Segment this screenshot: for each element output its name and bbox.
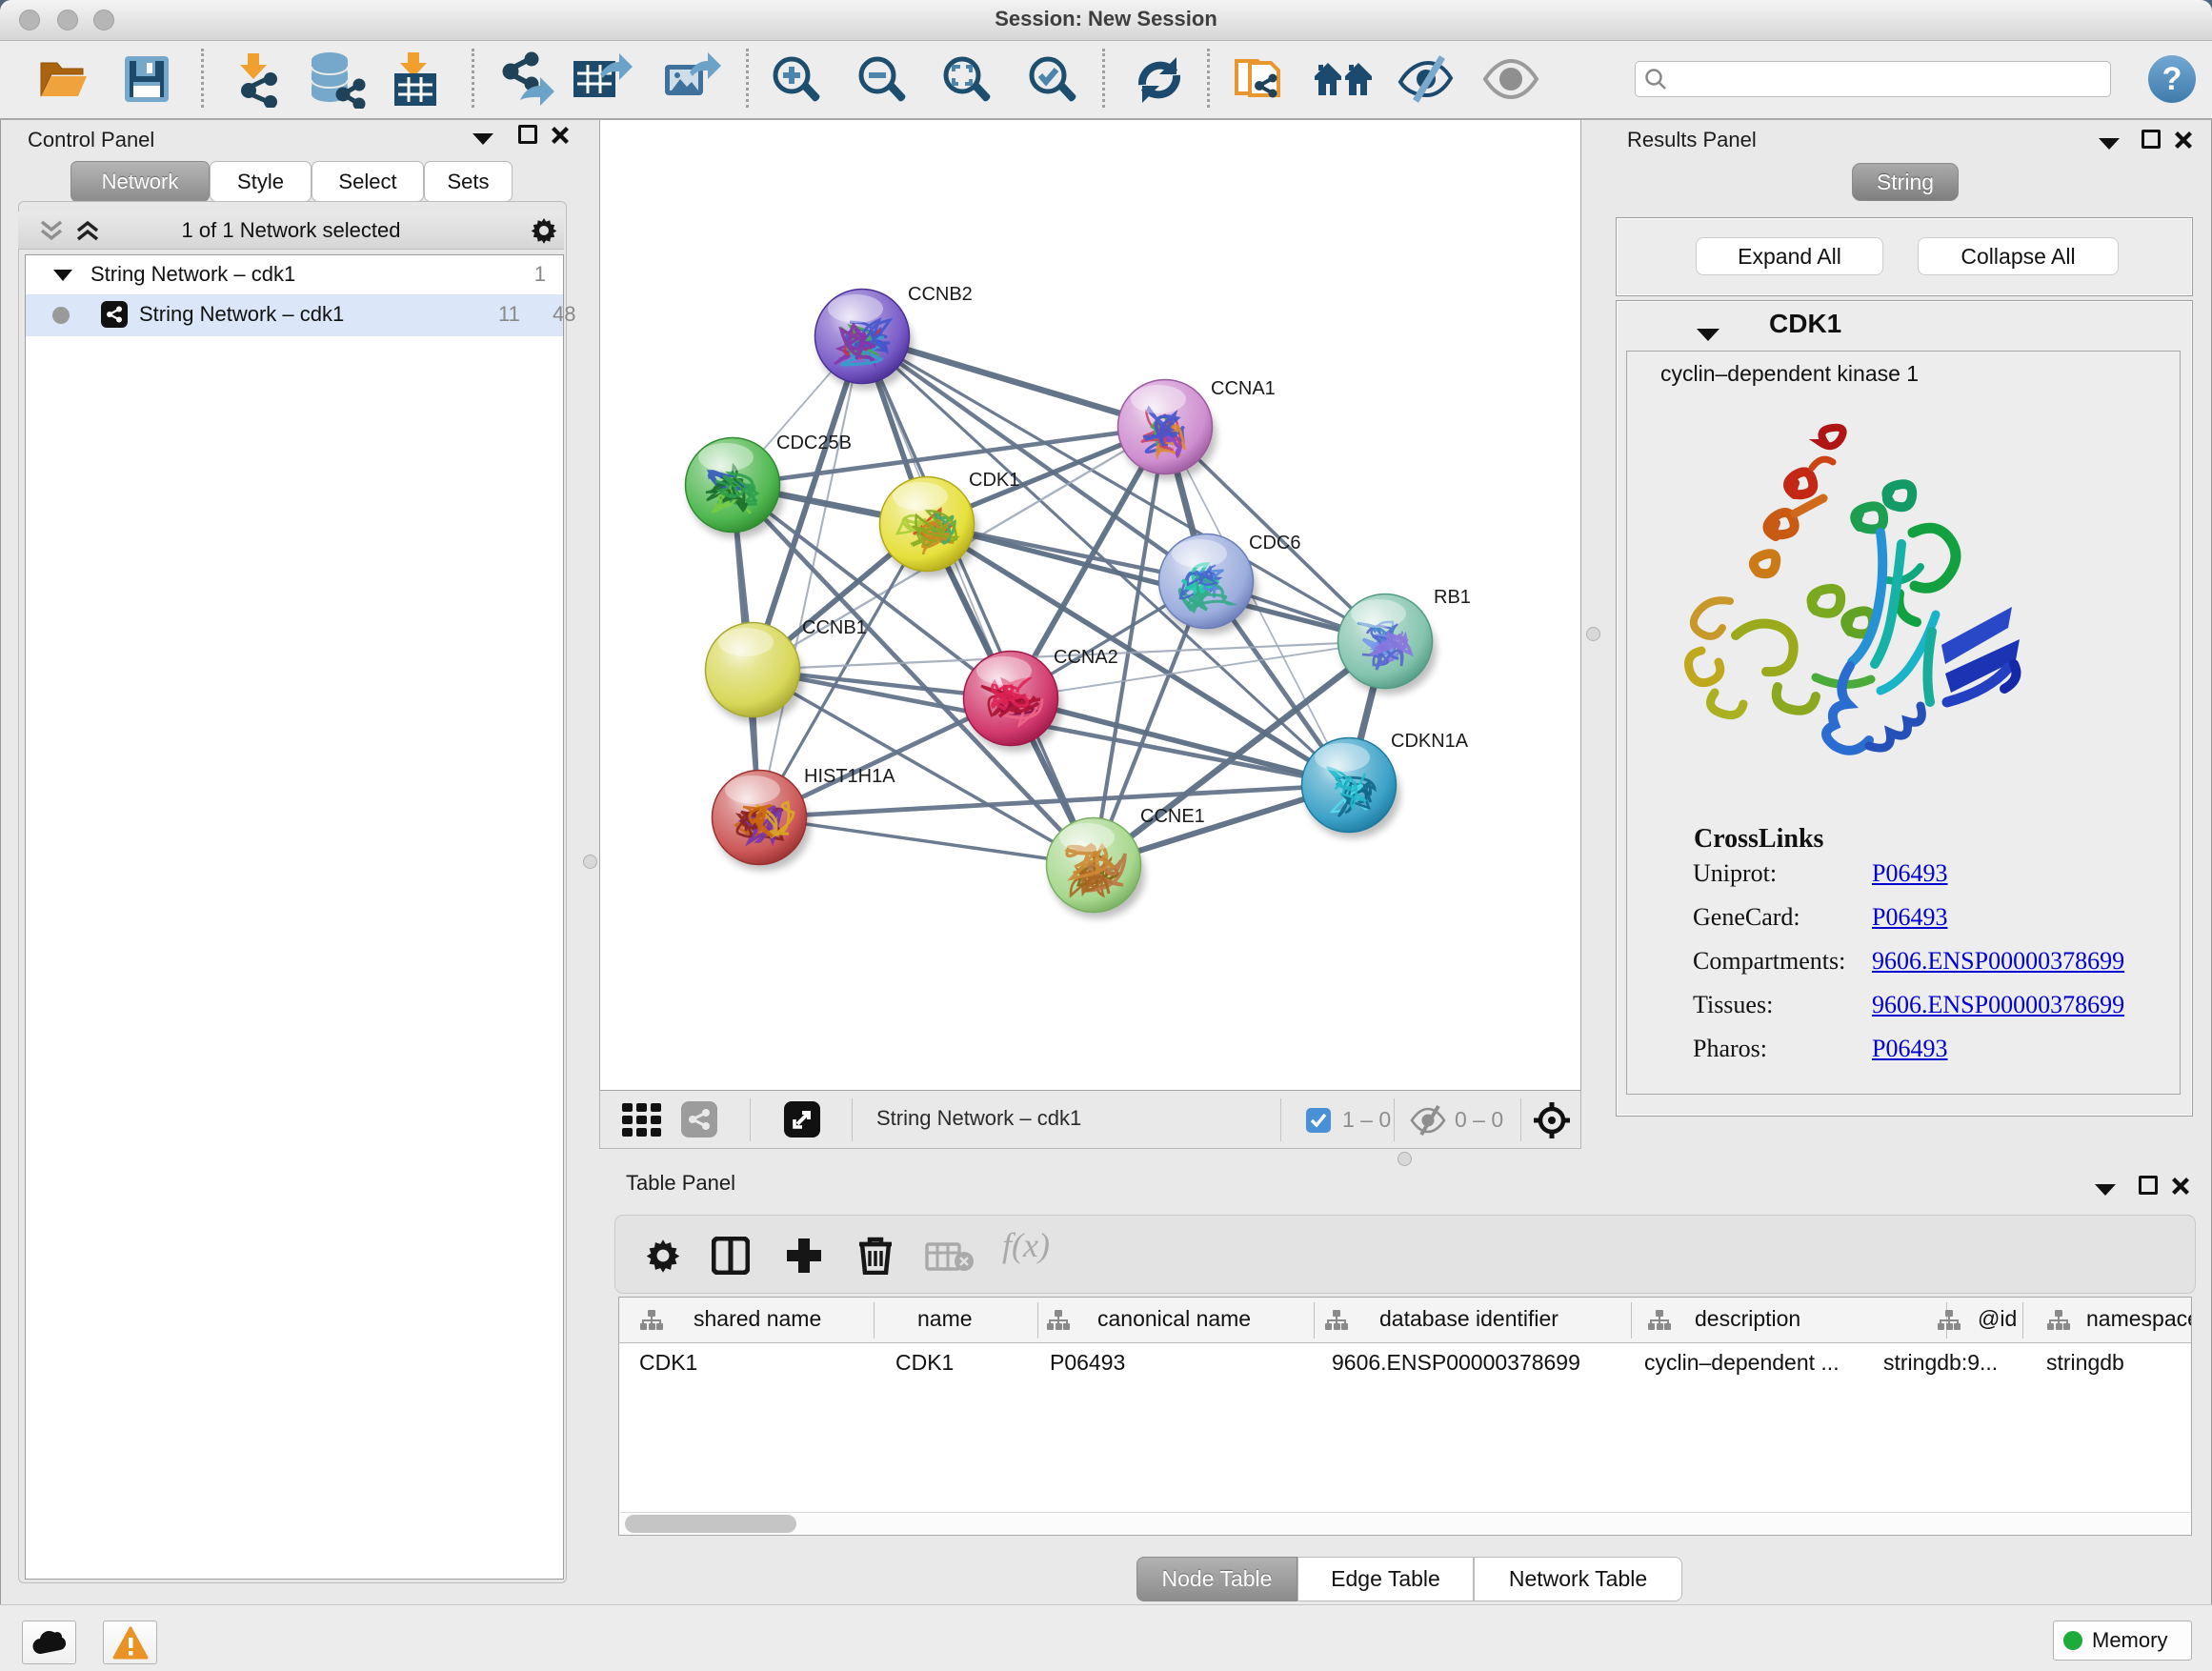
svg-text:CCNB2: CCNB2 bbox=[908, 284, 973, 305]
svg-text:CCNB1: CCNB1 bbox=[802, 617, 867, 638]
svg-text:CCNE1: CCNE1 bbox=[1140, 806, 1205, 827]
svg-text:CCNA1: CCNA1 bbox=[1211, 378, 1276, 399]
svg-text:HIST1H1A: HIST1H1A bbox=[804, 766, 895, 787]
svg-text:CDK1: CDK1 bbox=[969, 470, 1019, 491]
svg-text:CDC6: CDC6 bbox=[1249, 533, 1300, 554]
svg-text:CDC25B: CDC25B bbox=[776, 433, 852, 453]
svg-text:CDKN1A: CDKN1A bbox=[1391, 731, 1469, 752]
svg-text:RB1: RB1 bbox=[1434, 587, 1471, 608]
svg-text:CCNA2: CCNA2 bbox=[1054, 647, 1118, 668]
